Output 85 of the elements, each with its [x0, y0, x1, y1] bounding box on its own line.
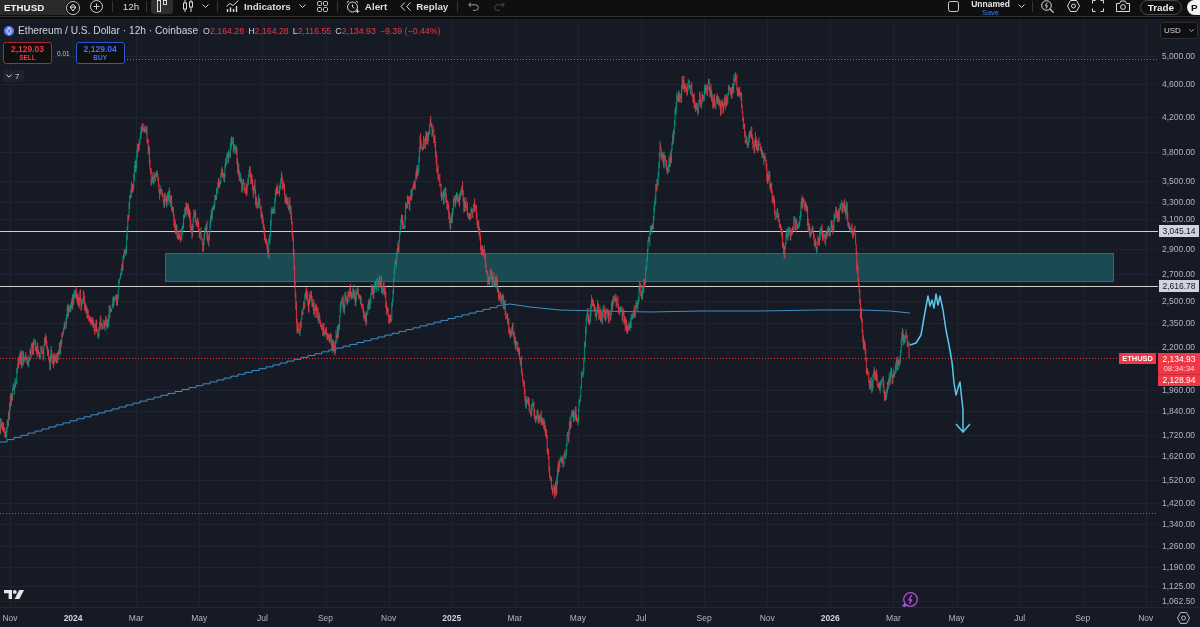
time-label: Mar	[886, 613, 901, 623]
ohlc-value: H2,164.28	[248, 25, 289, 36]
ohlc-value: L2,116.55	[292, 25, 332, 36]
time-label: May	[191, 613, 208, 623]
price-label: 2,500.00	[1162, 296, 1196, 306]
caret-icon[interactable]	[1017, 4, 1025, 8]
price-label: 2,900.00	[1162, 244, 1196, 254]
price-label: 1,840.00	[1162, 406, 1196, 416]
alarm-clock-icon[interactable]	[345, 0, 360, 13]
time-label: Nov	[2, 613, 18, 623]
time-label: Sep	[317, 613, 334, 623]
replay-button[interactable]: Replay	[400, 0, 449, 12]
search-icon[interactable]	[1040, 0, 1054, 13]
price-label: 1,620.00	[1162, 451, 1196, 461]
chart-type-button[interactable]	[151, 0, 173, 14]
chart-line-icon[interactable]	[226, 0, 239, 12]
price-label: 5,000.00	[1162, 51, 1196, 61]
line-price-label: 3,045.14	[1159, 225, 1199, 237]
countdown-timer: 08:34:34	[1163, 363, 1195, 374]
last-price: 2,134.93	[1162, 353, 1196, 364]
price-label: 3,300.00	[1162, 197, 1196, 207]
time-label: Jul	[635, 613, 647, 623]
symbol-button[interactable]: ETHUSD	[0, 0, 81, 15]
price-label: 1,720.00	[1162, 430, 1196, 440]
price-label: 3,800.00	[1162, 147, 1196, 157]
camera-icon[interactable]	[1115, 0, 1130, 12]
indicators-button[interactable]: Indicators	[226, 0, 291, 12]
time-label: 2026	[820, 613, 840, 623]
interval-button[interactable]: 12h	[120, 0, 142, 12]
currency-dropdown[interactable]: USD	[1160, 22, 1198, 39]
price-label: 1,520.00	[1162, 475, 1196, 485]
grid-icon[interactable]	[316, 0, 328, 12]
partial-button[interactable]: P	[1187, 0, 1200, 15]
layout-name[interactable]: Unnamed	[971, 0, 1010, 9]
ohlc-value: C2,134.93	[335, 25, 376, 36]
square-icon[interactable]	[948, 0, 960, 12]
price-label: 2,200.00	[1162, 342, 1196, 352]
hollow-candle-icon[interactable]	[157, 0, 167, 12]
price-label: 3,500.00	[1162, 176, 1196, 186]
time-label: Sep	[1075, 613, 1091, 623]
bid-price-tag: 2,128.94	[1158, 374, 1200, 386]
symbol-title: Ethereum / U.S. Dollar · 12h · Coinbase	[18, 25, 199, 36]
price-label: 4,600.00	[1162, 79, 1196, 89]
caret-icon[interactable]	[298, 4, 306, 8]
price-label: 1,125.00	[1162, 581, 1196, 591]
price-label: 2,700.00	[1162, 269, 1196, 279]
time-label: Sep	[696, 613, 712, 623]
time-label: Mar	[507, 613, 523, 623]
price-label: 2,350.00	[1162, 318, 1196, 328]
time-label: Jul	[256, 613, 268, 623]
plus-circle-icon[interactable]	[90, 0, 103, 13]
time-label: Nov	[759, 613, 775, 623]
fullscreen-icon[interactable]	[1091, 0, 1104, 12]
time-label: Jul	[1014, 613, 1026, 623]
price-label: 1,062.50	[1162, 596, 1196, 606]
diamond-icon[interactable]	[65, 0, 81, 16]
time-label: Mar	[128, 613, 144, 623]
ohlc-value: O2,164.28	[203, 25, 245, 36]
time-label: Nov	[381, 613, 397, 623]
time-label: May	[569, 613, 586, 623]
line-price-label: 2,616.78	[1159, 280, 1199, 292]
price-label: 1,340.00	[1162, 519, 1196, 529]
price-change: −9.39 (−0.44%)	[379, 25, 441, 36]
chevron-down-icon[interactable]	[6, 74, 12, 78]
time-label: May	[948, 613, 965, 623]
caret-icon[interactable]	[202, 4, 209, 8]
settings-icon[interactable]	[1066, 0, 1080, 12]
lightning-icon[interactable]	[901, 592, 918, 609]
time-label: Nov	[1138, 613, 1154, 623]
price-label: 1,190.00	[1162, 562, 1196, 572]
caret-icon[interactable]	[1189, 29, 1194, 32]
indicators-toggle[interactable]: 7	[3, 70, 24, 82]
coin-icon	[4, 25, 14, 36]
price-label: 3,100.00	[1162, 214, 1196, 224]
time-label: 2024	[63, 613, 83, 623]
price-label: 1,960.00	[1162, 385, 1196, 395]
alert-button[interactable]: Alert	[345, 0, 388, 13]
time-label: 2025	[442, 613, 462, 623]
price-label: 4,200.00	[1162, 112, 1196, 122]
logo-icon	[4, 590, 24, 599]
price-label: 1,420.00	[1162, 498, 1196, 508]
settings-icon[interactable]	[1177, 612, 1190, 624]
undo-icon[interactable]	[468, 1, 480, 11]
price-label: 1,260.00	[1162, 541, 1196, 551]
rewind-icon[interactable]	[400, 1, 412, 11]
